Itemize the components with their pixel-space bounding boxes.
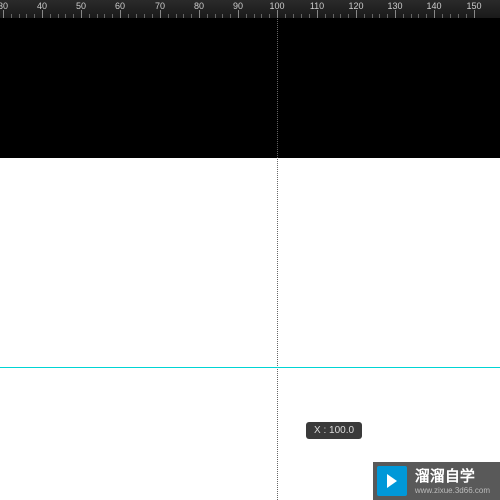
ruler-label: 80 bbox=[194, 1, 204, 11]
ruler-label: 40 bbox=[37, 1, 47, 11]
ruler-tick-minor bbox=[58, 14, 59, 18]
ruler-tick-minor bbox=[418, 14, 419, 18]
ruler-tick-minor bbox=[104, 14, 105, 18]
ruler-tick-minor bbox=[364, 14, 365, 18]
ruler-tick-minor bbox=[458, 14, 459, 18]
ruler-tick-minor bbox=[183, 14, 184, 18]
ruler-tick-major bbox=[81, 10, 82, 18]
ruler-tick-minor bbox=[73, 14, 74, 18]
ruler-tick-minor bbox=[325, 14, 326, 18]
canvas-area[interactable] bbox=[0, 18, 500, 500]
ruler-tick-major bbox=[120, 10, 121, 18]
ruler-tick-minor bbox=[254, 14, 255, 18]
ruler-label: 60 bbox=[115, 1, 125, 11]
ruler-tick-minor bbox=[191, 14, 192, 18]
watermark-title: 溜溜自学 bbox=[415, 468, 475, 485]
ruler-label: 30 bbox=[0, 1, 8, 11]
ruler-tick-minor bbox=[426, 14, 427, 18]
ruler-tick-major bbox=[434, 10, 435, 18]
ruler-tick-minor bbox=[136, 14, 137, 18]
ruler-tick-minor bbox=[65, 14, 66, 18]
ruler-tick-minor bbox=[466, 14, 467, 18]
ruler-tick-minor bbox=[152, 14, 153, 18]
ruler-tick-major bbox=[395, 10, 396, 18]
ruler-tick-minor bbox=[269, 14, 270, 18]
ruler-tick-minor bbox=[403, 14, 404, 18]
ruler-tick-major bbox=[160, 10, 161, 18]
ruler-tick-major bbox=[317, 10, 318, 18]
ruler-tick-major bbox=[42, 10, 43, 18]
ruler-tick-major bbox=[199, 10, 200, 18]
play-icon bbox=[377, 466, 407, 496]
ruler-tick-minor bbox=[11, 14, 12, 18]
ruler-tick-minor bbox=[222, 14, 223, 18]
ruler-tick-minor bbox=[372, 14, 373, 18]
ruler-tick-minor bbox=[261, 14, 262, 18]
watermark-subtitle: www.zixue.3d66.com bbox=[415, 486, 490, 495]
ruler-tick-minor bbox=[144, 14, 145, 18]
ruler-tick-minor bbox=[89, 14, 90, 18]
ruler-tick-major bbox=[277, 10, 278, 18]
ruler-tick-minor bbox=[309, 14, 310, 18]
ruler-tick-minor bbox=[168, 14, 169, 18]
ruler-tick-minor bbox=[301, 14, 302, 18]
tooltip-text: X : 100.0 bbox=[314, 425, 354, 436]
ruler-tick-minor bbox=[348, 14, 349, 18]
ruler-label: 110 bbox=[310, 1, 324, 11]
ruler-tick-major bbox=[356, 10, 357, 18]
ruler-tick-minor bbox=[379, 14, 380, 18]
ruler-tick-minor bbox=[176, 14, 177, 18]
ruler-tick-major bbox=[474, 10, 475, 18]
ruler-tick-minor bbox=[128, 14, 129, 18]
ruler-tick-minor bbox=[19, 14, 20, 18]
ruler-label: 150 bbox=[466, 1, 481, 11]
ruler-tick-minor bbox=[333, 14, 334, 18]
ruler-tick-major bbox=[3, 10, 4, 18]
watermark: 溜溜自学 www.zixue.3d66.com bbox=[373, 462, 500, 500]
ruler-tick-minor bbox=[387, 14, 388, 18]
ruler-tick-minor bbox=[246, 14, 247, 18]
vertical-guide[interactable] bbox=[277, 0, 278, 500]
horizontal-ruler[interactable]: 30 40 50 60 70 80 90 100 110 120 130 140 150 bbox=[0, 0, 500, 18]
canvas-black-region bbox=[0, 18, 500, 158]
ruler-tick-minor bbox=[34, 14, 35, 18]
ruler-tick-minor bbox=[215, 14, 216, 18]
ruler-tick-minor bbox=[26, 14, 27, 18]
ruler-tick-minor bbox=[50, 14, 51, 18]
ruler-tick-minor bbox=[112, 14, 113, 18]
ruler-label: 50 bbox=[76, 1, 86, 11]
ruler-tick-minor bbox=[450, 14, 451, 18]
ruler-tick-minor bbox=[411, 14, 412, 18]
ruler-tick-major bbox=[238, 10, 239, 18]
ruler-tick-minor bbox=[97, 14, 98, 18]
ruler-tick-minor bbox=[207, 14, 208, 18]
ruler-label: 70 bbox=[155, 1, 165, 11]
horizontal-guide[interactable] bbox=[0, 367, 500, 368]
ruler-label: 130 bbox=[387, 1, 402, 11]
ruler-label: 100 bbox=[269, 1, 284, 11]
ruler-tick-minor bbox=[340, 14, 341, 18]
ruler-label: 120 bbox=[348, 1, 363, 11]
position-tooltip: X : 100.0 bbox=[306, 422, 362, 439]
ruler-tick-minor bbox=[293, 14, 294, 18]
ruler-tick-minor bbox=[442, 14, 443, 18]
ruler-tick-minor bbox=[285, 14, 286, 18]
ruler-label: 90 bbox=[233, 1, 243, 11]
ruler-label: 140 bbox=[426, 1, 441, 11]
ruler-tick-minor bbox=[230, 14, 231, 18]
